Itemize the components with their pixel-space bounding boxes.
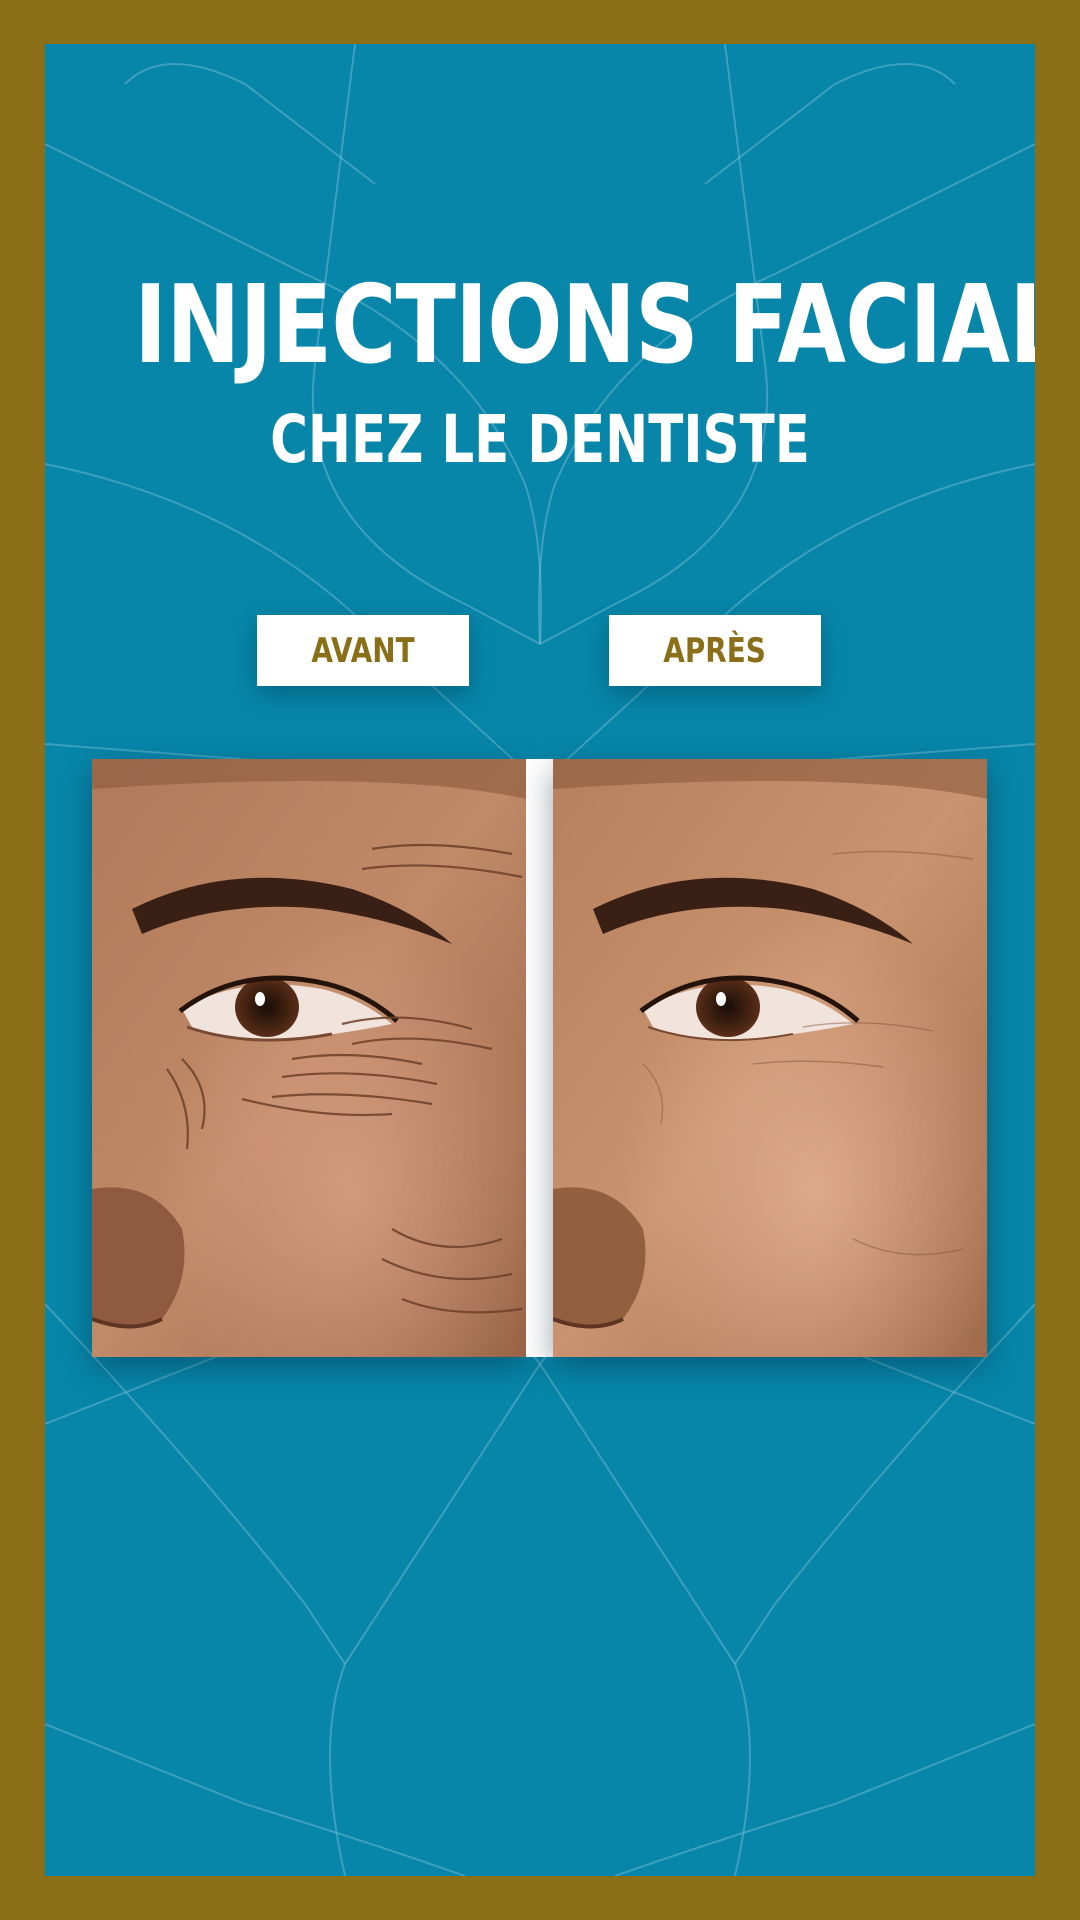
before-label: AVANT: [311, 630, 415, 671]
page-subtitle: CHEZ LE DENTISTE: [270, 401, 810, 478]
after-label-box: APRÈS: [609, 615, 821, 686]
before-label-box: AVANT: [257, 615, 469, 686]
content-panel: INJECTIONS FACIALES CHEZ LE DENTISTE AVA…: [45, 44, 1035, 1876]
after-label: APRÈS: [663, 630, 767, 671]
photo-divider: [526, 759, 553, 1357]
after-photo: [553, 759, 987, 1357]
before-photo: [92, 759, 526, 1357]
page-title: INJECTIONS FACIALES: [134, 263, 1035, 388]
gold-frame: INJECTIONS FACIALES CHEZ LE DENTISTE AVA…: [0, 0, 1080, 1920]
